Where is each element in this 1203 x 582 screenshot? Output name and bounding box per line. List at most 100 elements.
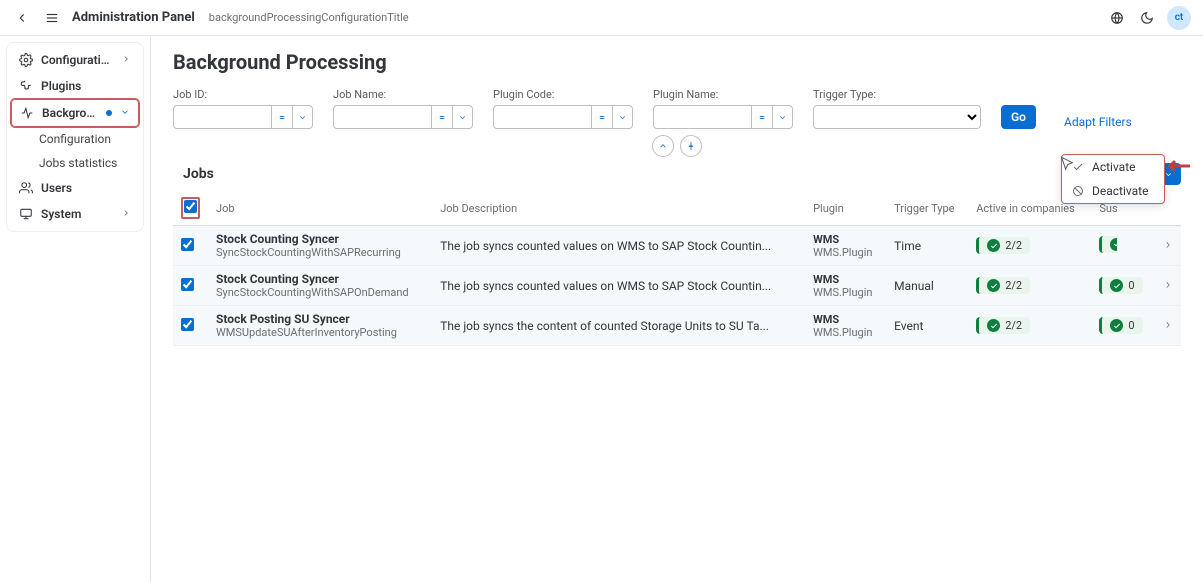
job-id-input[interactable] — [173, 105, 271, 129]
activate-menu-item[interactable]: Activate — [1062, 155, 1164, 179]
col-trigger: Trigger Type — [886, 191, 968, 226]
table-row[interactable]: Stock Counting SyncerSyncStockCountingWi… — [173, 266, 1181, 306]
adapt-filters-link[interactable]: Adapt Filters — [1064, 115, 1132, 129]
job-description: The job syncs the content of counted Sto… — [432, 306, 805, 346]
sidebar-sub-job-statistics[interactable]: Jobs statistics — [11, 151, 139, 175]
admin-panel-title: Administration Panel — [72, 10, 195, 25]
filter-label-plugin-code: Plugin Code: — [493, 88, 633, 101]
trigger-type: Time — [886, 226, 968, 266]
go-button[interactable]: Go — [1001, 105, 1036, 129]
menu-button[interactable] — [42, 8, 62, 28]
check-icon — [987, 279, 1000, 292]
job-name-input[interactable] — [333, 105, 431, 129]
op-equals[interactable]: = — [431, 105, 453, 129]
users-icon — [19, 181, 33, 195]
plugin-name: WMS — [813, 273, 878, 286]
col-job: Job — [208, 191, 432, 226]
gear-icon — [19, 53, 33, 67]
status-badge: 2/2 — [976, 317, 1030, 334]
pin-button[interactable] — [680, 135, 702, 157]
content-area: Background Processing Job ID: = Job Name… — [151, 36, 1203, 582]
op-equals[interactable]: = — [751, 105, 773, 129]
avatar[interactable]: ct — [1167, 6, 1191, 30]
sidebar-item-label: Configuration — [41, 53, 113, 67]
job-code: SyncStockCountingWithSAPRecurring — [216, 246, 424, 259]
row-expand[interactable] — [1155, 266, 1181, 306]
sidebar-item-label: Background Process... — [42, 106, 96, 120]
check-icon — [987, 319, 1000, 332]
table-row[interactable]: Stock Posting SU SyncerWMSUpdateSUAfterI… — [173, 306, 1181, 346]
sidebar-item-background-processing[interactable]: Background Process... — [11, 99, 139, 127]
row-expand[interactable] — [1155, 226, 1181, 266]
sidebar-item-users[interactable]: Users — [11, 175, 139, 201]
cursor-icon — [1059, 156, 1075, 175]
dark-mode-icon[interactable] — [1137, 8, 1157, 28]
deactivate-label: Deactivate — [1092, 184, 1148, 198]
op-dropdown[interactable] — [613, 105, 633, 129]
chevron-right-icon — [121, 53, 131, 67]
plugin-name-input[interactable] — [653, 105, 751, 129]
plugin-code: WMS.Plugin — [813, 326, 878, 339]
deactivate-menu-item[interactable]: Deactivate — [1062, 179, 1164, 203]
action-popover: Activate Deactivate — [1061, 154, 1165, 204]
check-icon — [987, 239, 1000, 252]
filter-label-job-name: Job Name: — [333, 88, 473, 101]
topbar: Administration Panel backgroundProcessin… — [0, 0, 1203, 36]
filter-label-trigger-type: Trigger Type: — [813, 88, 981, 101]
activate-label: Activate — [1092, 160, 1136, 174]
annotation-arrow — [1165, 158, 1191, 177]
sidebar-sub-configuration[interactable]: Configuration — [11, 127, 139, 151]
sidebar-item-plugins[interactable]: Plugins — [11, 73, 139, 99]
page-title: Background Processing — [173, 50, 1181, 74]
op-equals[interactable]: = — [591, 105, 613, 129]
trigger-type: Event — [886, 306, 968, 346]
row-expand[interactable] — [1155, 306, 1181, 346]
filter-label-plugin-name: Plugin Name: — [653, 88, 793, 101]
jobs-section-title: Jobs — [183, 166, 214, 182]
plugin-name: WMS — [813, 233, 878, 246]
chevron-down-icon — [120, 106, 130, 120]
plugin-code: WMS.Plugin — [813, 246, 878, 259]
op-dropdown[interactable] — [773, 105, 793, 129]
jobs-table: Job Job Description Plugin Trigger Type … — [173, 191, 1181, 346]
sidebar-item-system[interactable]: System — [11, 201, 139, 227]
row-checkbox[interactable] — [181, 278, 194, 291]
job-description: The job syncs counted values on WMS to S… — [432, 266, 805, 306]
back-button[interactable] — [12, 8, 32, 28]
plugin-code: WMS.Plugin — [813, 286, 878, 299]
row-checkbox[interactable] — [181, 238, 194, 251]
op-equals[interactable]: = — [271, 105, 293, 129]
job-code: WMSUpdateSUAfterInventoryPosting — [216, 326, 424, 339]
breadcrumb: backgroundProcessingConfigurationTitle — [209, 11, 409, 24]
status-badge: 2/2 — [976, 237, 1030, 254]
op-dropdown[interactable] — [453, 105, 473, 129]
select-all-checkbox[interactable] — [184, 200, 197, 213]
collapse-button[interactable] — [652, 135, 674, 157]
chevron-right-icon — [121, 207, 131, 221]
indicator-dot — [106, 110, 112, 116]
check-icon — [1110, 319, 1123, 332]
globe-icon[interactable] — [1107, 8, 1127, 28]
job-name: Stock Counting Syncer — [216, 232, 424, 246]
job-name: Stock Posting SU Syncer — [216, 312, 424, 326]
filter-label-job-id: Job ID: — [173, 88, 313, 101]
col-desc: Job Description — [432, 191, 805, 226]
plugin-name: WMS — [813, 313, 878, 326]
row-checkbox[interactable] — [181, 318, 194, 331]
status-badge: 0 — [1099, 317, 1142, 334]
sidebar-item-label: Users — [41, 181, 131, 195]
sidebar-item-label: Plugins — [41, 79, 131, 93]
trigger-type-select[interactable] — [813, 105, 981, 129]
deactivate-icon — [1072, 185, 1084, 197]
sidebar-item-configuration[interactable]: Configuration — [11, 47, 139, 73]
op-dropdown[interactable] — [293, 105, 313, 129]
monitor-icon — [19, 207, 33, 221]
sidebar-item-label: System — [41, 207, 113, 221]
table-row[interactable]: Stock Counting SyncerSyncStockCountingWi… — [173, 226, 1181, 266]
puzzle-icon — [19, 79, 33, 93]
job-description: The job syncs counted values on WMS to S… — [432, 226, 805, 266]
check-icon — [1110, 279, 1123, 292]
job-code: SyncStockCountingWithSAPOnDemand — [216, 286, 424, 299]
filter-bar: Job ID: = Job Name: = Plugin Code: — [173, 88, 1181, 129]
plugin-code-input[interactable] — [493, 105, 591, 129]
